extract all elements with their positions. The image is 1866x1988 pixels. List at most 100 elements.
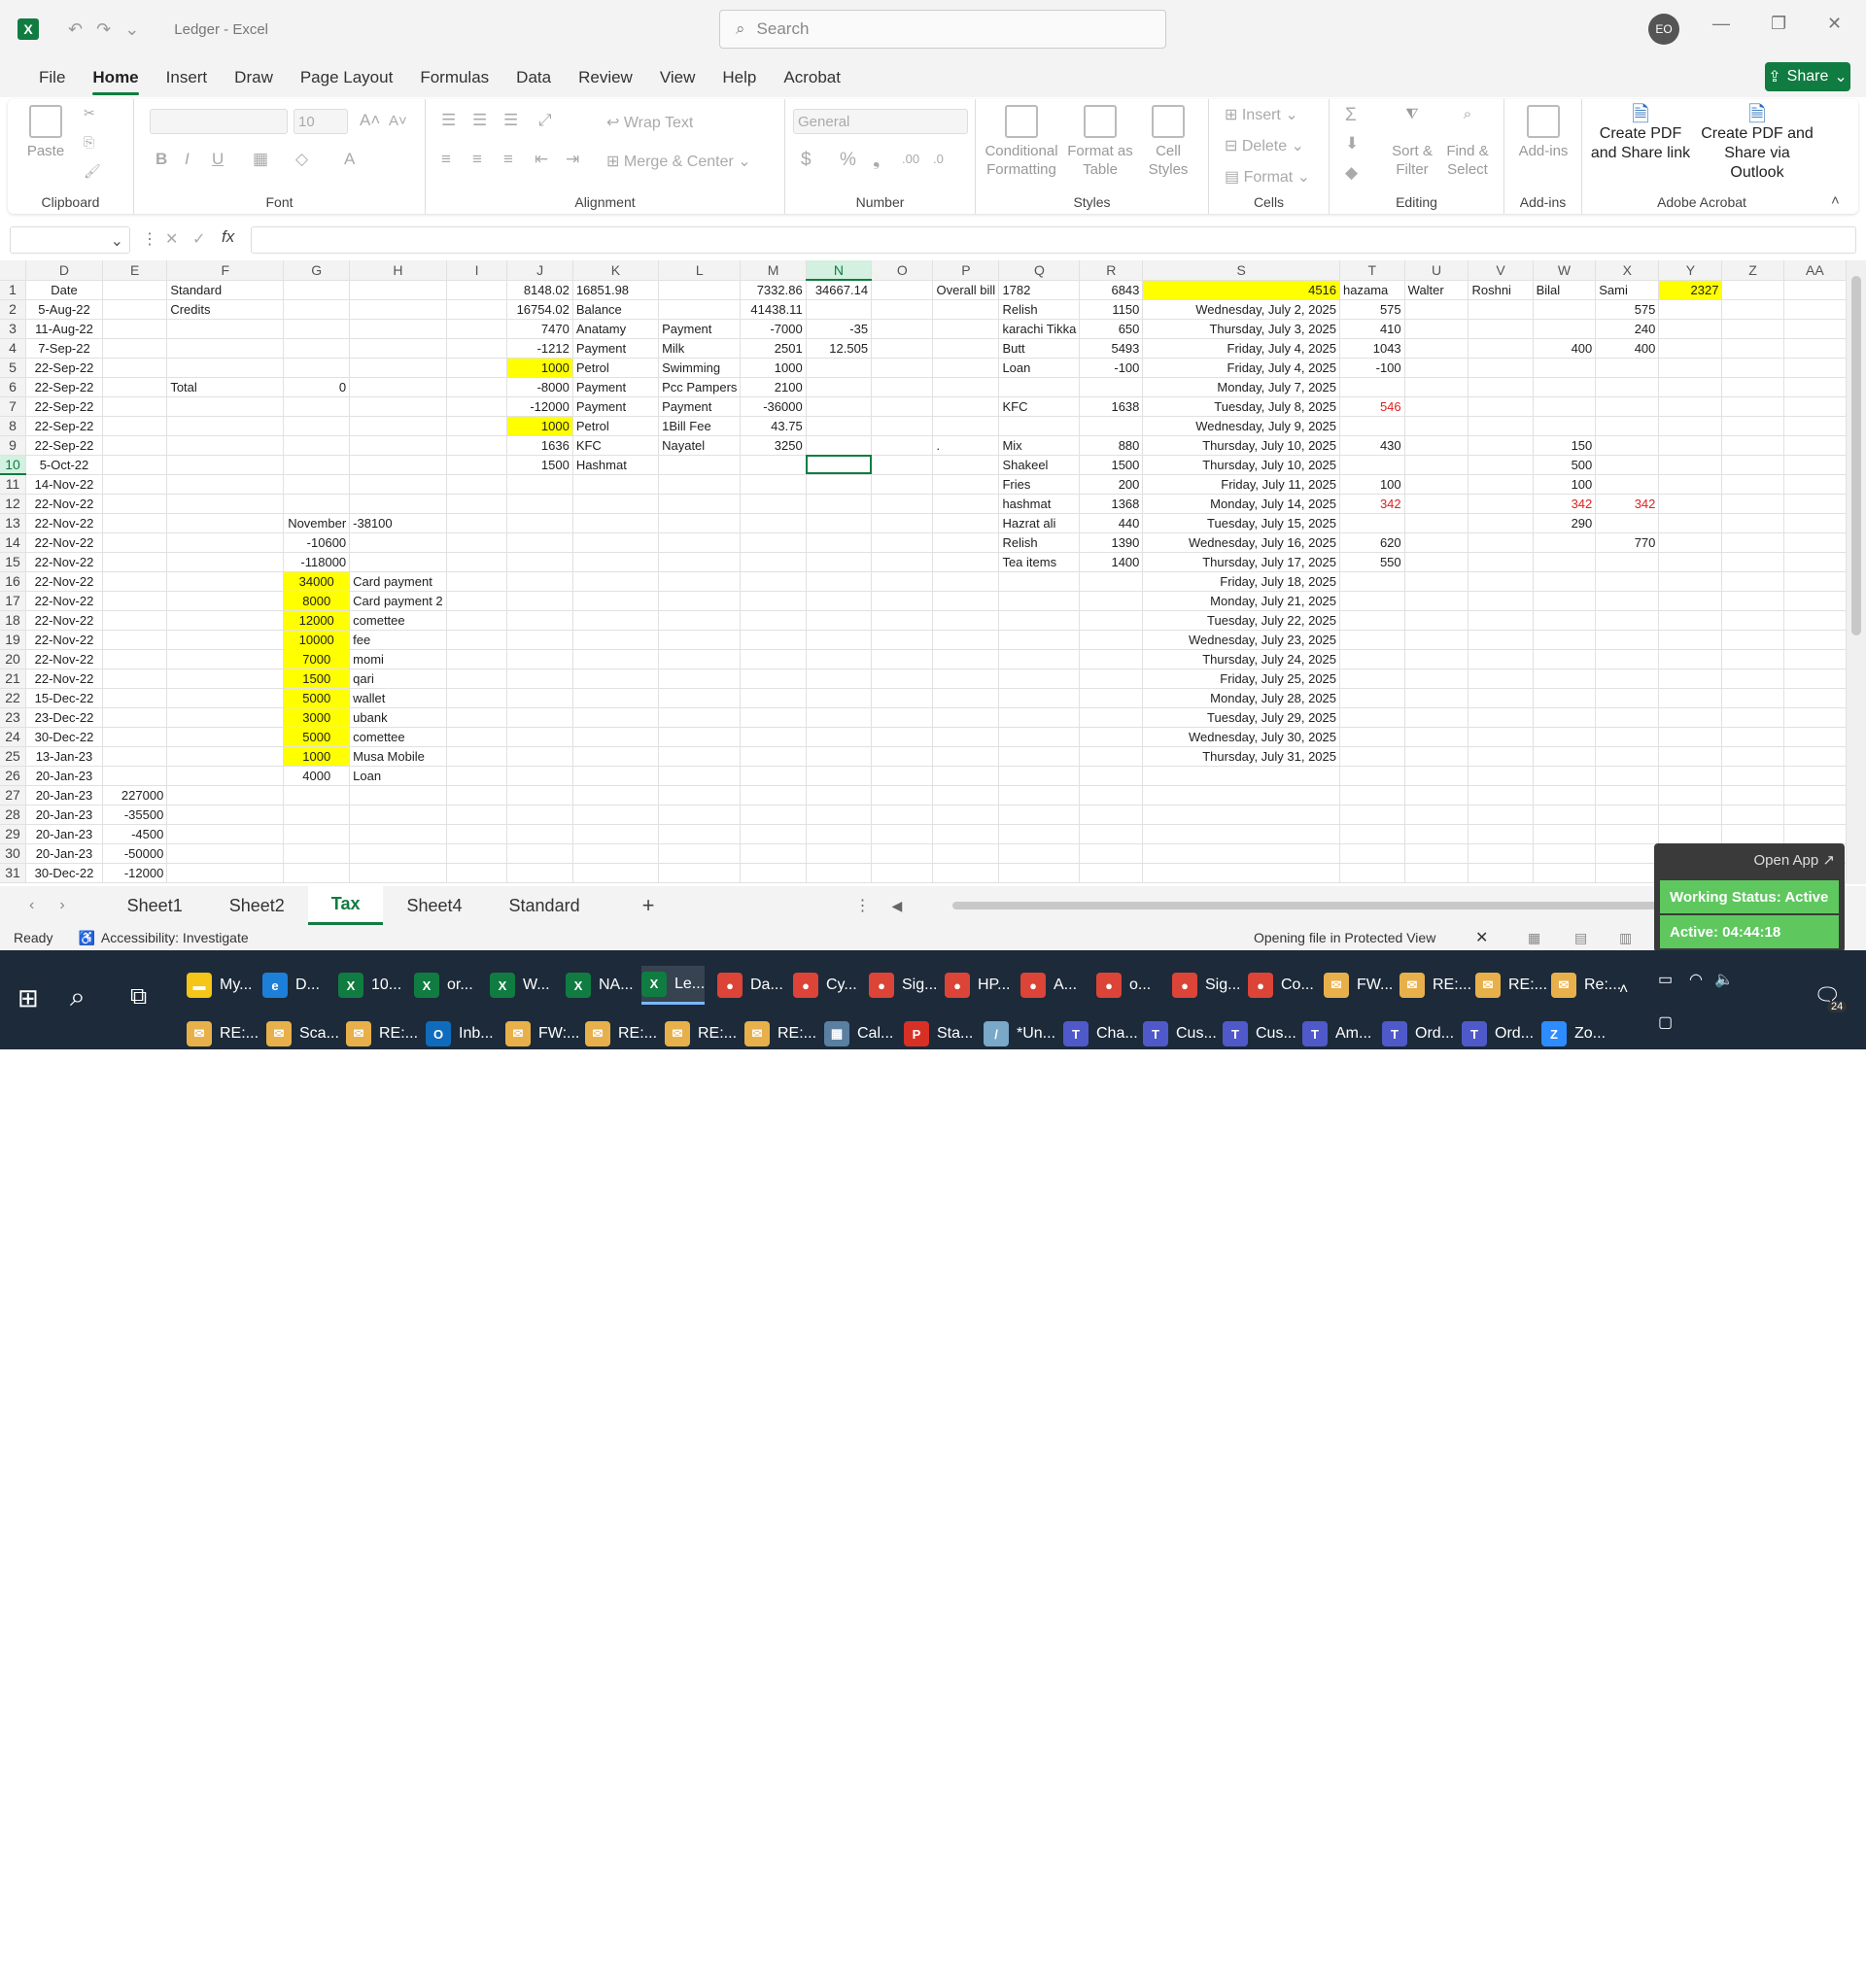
cell[interactable] — [932, 571, 1000, 592]
cell[interactable] — [166, 863, 285, 883]
cell[interactable]: 22-Sep-22 — [25, 377, 103, 397]
taskbar-app[interactable]: X NA... — [566, 966, 634, 1005]
cell[interactable] — [1468, 299, 1534, 320]
cell[interactable]: Pcc Pampers — [658, 377, 742, 397]
cell[interactable] — [166, 785, 285, 805]
cell[interactable] — [1783, 785, 1847, 805]
cell[interactable]: Tuesday, July 29, 2025 — [1142, 707, 1341, 728]
tab-data[interactable]: Data — [502, 58, 565, 97]
cell[interactable] — [1404, 416, 1469, 436]
cell[interactable] — [932, 299, 1000, 320]
cell[interactable] — [166, 513, 285, 533]
cell[interactable]: 1636 — [506, 435, 573, 456]
cell[interactable] — [446, 455, 508, 475]
avatar[interactable]: EO — [1648, 14, 1679, 45]
cell[interactable] — [349, 396, 447, 417]
cell[interactable] — [1468, 338, 1534, 359]
cell[interactable]: Walter — [1404, 280, 1469, 300]
cell[interactable] — [806, 805, 873, 825]
cell[interactable]: 5-Aug-22 — [25, 299, 103, 320]
cell[interactable]: 3250 — [740, 435, 807, 456]
cell[interactable] — [740, 630, 807, 650]
cell[interactable]: -100 — [1079, 358, 1144, 378]
underline-icon[interactable]: U — [212, 150, 224, 169]
cell[interactable] — [166, 571, 285, 592]
cell[interactable]: Mix — [998, 435, 1081, 456]
cell[interactable]: Wednesday, July 30, 2025 — [1142, 727, 1341, 747]
column-header[interactable]: Q — [998, 260, 1081, 281]
cell[interactable]: Anatamy — [572, 319, 660, 339]
sheet-options-icon[interactable]: ⋮ — [854, 896, 870, 915]
cell[interactable]: 22-Nov-22 — [25, 513, 103, 533]
cell[interactable] — [932, 474, 1000, 495]
sheet-tab-tax[interactable]: Tax — [307, 886, 384, 925]
cell[interactable] — [740, 610, 807, 631]
cell[interactable] — [1468, 805, 1534, 825]
taskbar-app[interactable]: P Sta... — [904, 1014, 973, 1053]
cut-icon[interactable]: ✂ — [84, 105, 95, 121]
cell[interactable] — [1721, 513, 1784, 533]
cell[interactable] — [1658, 610, 1723, 631]
orientation-icon[interactable]: ⤢ — [538, 111, 552, 130]
network-icon[interactable]: ▢ — [1658, 1012, 1673, 1032]
cell[interactable]: 200 — [1079, 474, 1144, 495]
cell[interactable] — [932, 805, 1000, 825]
cell[interactable]: karachi Tikka — [998, 319, 1081, 339]
cell[interactable] — [806, 435, 873, 456]
cell[interactable]: Friday, July 18, 2025 — [1142, 571, 1341, 592]
taskbar-app[interactable]: T Ord... — [1462, 1014, 1534, 1053]
cell[interactable] — [1339, 377, 1405, 397]
cell[interactable]: Tuesday, July 8, 2025 — [1142, 396, 1341, 417]
cell[interactable] — [1142, 785, 1341, 805]
font-size-combo[interactable]: 10 — [294, 109, 348, 134]
cell[interactable]: 620 — [1339, 532, 1405, 553]
cell[interactable] — [658, 746, 742, 767]
cell[interactable] — [1468, 843, 1534, 864]
cell[interactable] — [806, 396, 873, 417]
cell[interactable] — [283, 805, 351, 825]
cell[interactable] — [740, 513, 807, 533]
cell[interactable] — [740, 746, 807, 767]
cell[interactable] — [932, 513, 1000, 533]
customize-qat-icon[interactable]: ⌄ — [124, 19, 139, 40]
cell[interactable] — [506, 552, 573, 572]
cell[interactable] — [1658, 435, 1723, 456]
cell[interactable] — [1783, 455, 1847, 475]
cell[interactable] — [1783, 571, 1847, 592]
cell[interactable]: 100 — [1533, 474, 1597, 495]
cell[interactable] — [572, 805, 660, 825]
cell[interactable]: Wednesday, July 9, 2025 — [1142, 416, 1341, 436]
cell[interactable] — [1783, 766, 1847, 786]
cell[interactable] — [1404, 688, 1469, 708]
shrink-font-icon[interactable]: A˅ — [389, 113, 407, 129]
cell[interactable] — [1468, 494, 1534, 514]
cell[interactable] — [446, 688, 508, 708]
scroll-left-icon[interactable]: ◀ — [891, 898, 902, 914]
cell[interactable] — [1404, 513, 1469, 533]
tab-acrobat[interactable]: Acrobat — [770, 58, 854, 97]
cell[interactable] — [349, 358, 447, 378]
cell[interactable] — [871, 338, 934, 359]
taskbar-app[interactable]: T Ord... — [1382, 1014, 1454, 1053]
cell[interactable] — [1783, 280, 1847, 300]
cell[interactable]: hazama — [1339, 280, 1405, 300]
cell[interactable] — [1533, 707, 1597, 728]
cell[interactable]: Bilal — [1533, 280, 1597, 300]
font-family-combo[interactable] — [150, 109, 288, 134]
taskbar-app[interactable]: ▬ My... — [187, 966, 252, 1005]
name-box[interactable]: ⌄ — [10, 226, 130, 254]
cell[interactable]: Wednesday, July 23, 2025 — [1142, 630, 1341, 650]
taskbar-app[interactable]: ✉ Sca... — [266, 1014, 339, 1053]
cell[interactable] — [506, 668, 573, 689]
cell[interactable] — [102, 319, 168, 339]
cell[interactable] — [658, 610, 742, 631]
cell[interactable]: Nayatel — [658, 435, 742, 456]
cell[interactable] — [1468, 785, 1534, 805]
cell[interactable] — [740, 532, 807, 553]
cell[interactable] — [506, 688, 573, 708]
tab-insert[interactable]: Insert — [153, 58, 222, 97]
cell[interactable] — [572, 474, 660, 495]
cell[interactable] — [1783, 688, 1847, 708]
cell[interactable] — [1339, 707, 1405, 728]
cell[interactable]: 440 — [1079, 513, 1144, 533]
